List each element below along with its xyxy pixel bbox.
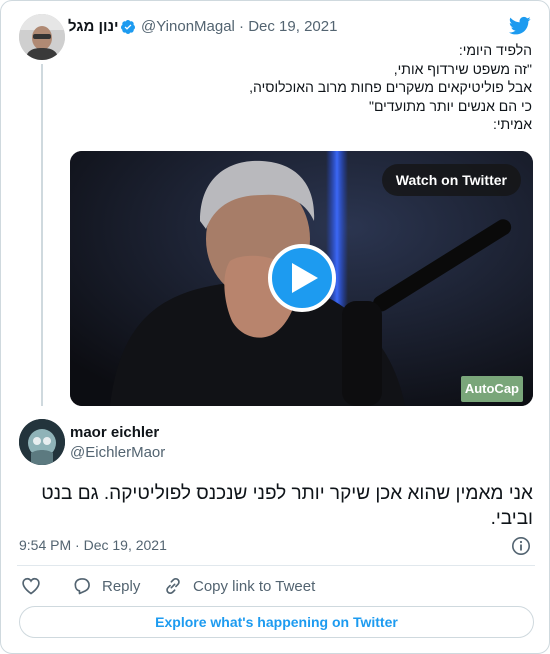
quoted-tweet-header: ינון מגל @YinonMagal · Dec 19, 2021 (1, 17, 549, 37)
reply-label: Reply (102, 577, 141, 595)
quoted-text-line: אבל פוליטיקאים משקרים פחות מרוב האוכלוסי… (249, 79, 532, 95)
embedded-tweet-card: ינון מגל @YinonMagal · Dec 19, 2021 הלפי… (0, 0, 550, 654)
author-handle[interactable]: @EichlerMaor (70, 444, 165, 462)
author-avatar[interactable] (19, 419, 65, 465)
video-player[interactable]: Watch on Twitter AutoCap (70, 151, 533, 406)
quoted-tweet-text: הלפיד היומי: "זה משפט שירדוף אותי, אבל פ… (92, 41, 532, 134)
tweet-text-line: וביבי. (490, 508, 533, 529)
twitter-bird-icon[interactable] (509, 16, 531, 36)
copy-link-button[interactable]: Copy link to Tweet (163, 574, 315, 598)
watch-on-twitter-button[interactable]: Watch on Twitter (381, 164, 521, 196)
quoted-text-line: הלפיד היומי: (458, 42, 532, 58)
heart-icon (22, 577, 40, 595)
quoted-text-line: "זה משפט שירדוף אותי, (393, 60, 532, 77)
divider (17, 565, 535, 566)
quoted-author-name[interactable]: ינון מגל (68, 17, 119, 37)
copy-link-label: Copy link to Tweet (193, 577, 316, 595)
author-name[interactable]: maor eichler (70, 424, 159, 442)
tweet-text: אני מאמין שהוא אכן שיקר יותר לפני שנכנס … (18, 481, 533, 531)
tweet-actions: Reply Copy link to Tweet (1, 574, 549, 598)
quoted-author-handle-date[interactable]: @YinonMagal · Dec 19, 2021 (141, 17, 337, 37)
reply-button[interactable]: Reply (72, 574, 140, 598)
quoted-text-line: כי הם אנשים יותר מתועדים" (368, 97, 532, 114)
play-button[interactable] (268, 244, 336, 312)
autocap-watermark: AutoCap (460, 376, 523, 402)
thread-connector-line (41, 64, 43, 406)
tweet-timestamp[interactable]: 9:54 PM · Dec 19, 2021 (19, 536, 167, 554)
explore-twitter-button[interactable]: Explore what's happening on Twitter (19, 606, 534, 638)
quoted-text-line: אמיתי: (493, 116, 532, 132)
like-button[interactable] (21, 574, 41, 598)
reply-icon (74, 578, 90, 595)
tweet-text-line: אני מאמין שהוא אכן שיקר יותר לפני שנכנס … (41, 483, 533, 504)
info-icon[interactable] (511, 536, 531, 556)
play-icon (292, 263, 318, 293)
verified-badge-icon (121, 20, 135, 34)
link-icon (166, 577, 180, 595)
